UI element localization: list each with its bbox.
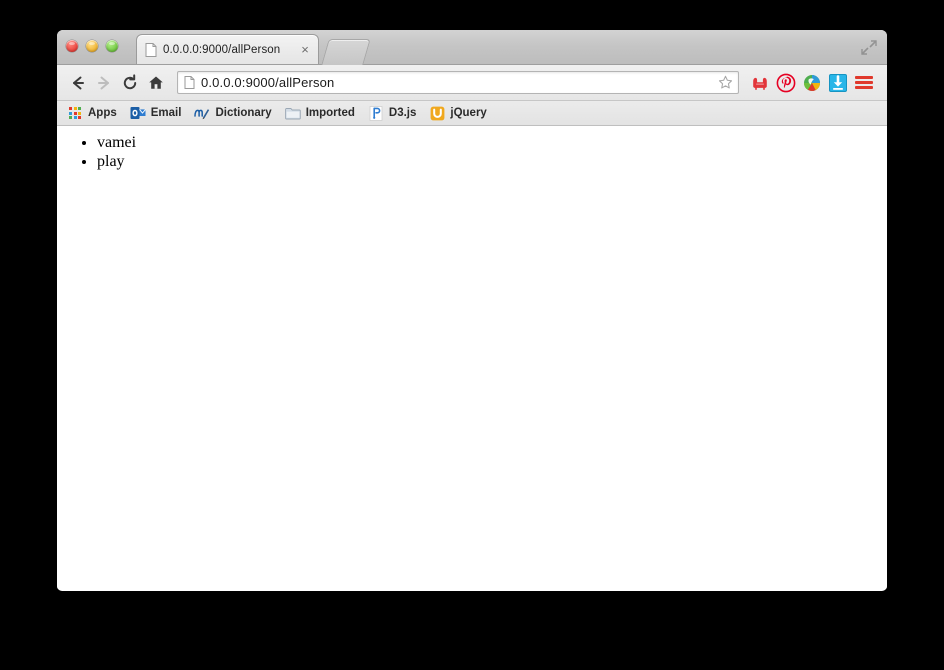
tab-title: 0.0.0.0:9000/allPerson [163, 43, 281, 56]
jquery-icon [429, 105, 445, 121]
window-close-button[interactable] [66, 40, 78, 52]
hamburger-menu-icon[interactable] [855, 71, 879, 95]
browser-tab-active[interactable]: 0.0.0.0:9000/allPerson × [136, 34, 319, 64]
folder-icon [284, 105, 301, 121]
browser-window: 0.0.0.0:9000/allPerson × 0.0.0.0:9000/al… [57, 30, 887, 591]
bookmark-d3js[interactable]: D3.js [364, 103, 424, 123]
menu-line-2 [855, 81, 873, 84]
fullscreen-expand-icon[interactable] [859, 37, 879, 57]
bookmark-email[interactable]: Email [126, 103, 189, 123]
bookmark-label: Email [150, 107, 182, 119]
bookmark-apps[interactable]: Apps [63, 103, 124, 123]
window-minimize-button[interactable] [86, 40, 98, 52]
new-tab-button[interactable] [321, 39, 371, 65]
bookmarks-bar: Apps Email Dictionary Imported D3.js jQu… [57, 101, 887, 126]
evernote-clearly-icon[interactable] [801, 72, 823, 94]
forward-button[interactable] [91, 70, 117, 96]
document-page-icon [145, 42, 157, 57]
tab-close-icon[interactable]: × [298, 43, 312, 57]
browser-toolbar: 0.0.0.0:9000/allPerson [57, 65, 887, 101]
address-bar-text: 0.0.0.0:9000/allPerson [201, 75, 335, 90]
document-page-icon [184, 76, 195, 89]
apps-grid-icon [67, 105, 83, 121]
bookmark-label: Apps [88, 107, 117, 119]
page-viewport: vamei play [57, 126, 887, 589]
menu-line-3 [855, 86, 873, 89]
person-list: vamei play [57, 126, 887, 171]
window-maximize-button[interactable] [106, 40, 118, 52]
pinterest-icon[interactable] [775, 72, 797, 94]
dictionary-pen-icon [194, 105, 210, 121]
tab-strip: 0.0.0.0:9000/allPerson × [57, 30, 887, 65]
window-controls [66, 40, 118, 52]
address-bar[interactable]: 0.0.0.0:9000/allPerson [177, 71, 739, 94]
menu-line-1 [855, 76, 873, 79]
bookmark-jquery[interactable]: jQuery [425, 103, 493, 123]
pocket-armchair-icon[interactable] [749, 72, 771, 94]
download-arrow-icon[interactable] [827, 72, 849, 94]
bookmark-label: jQuery [450, 107, 487, 119]
reload-button[interactable] [117, 70, 143, 96]
list-item: vamei [97, 134, 887, 153]
bookmark-dictionary[interactable]: Dictionary [190, 103, 278, 123]
bookmark-label: Dictionary [215, 107, 272, 119]
d3js-icon [368, 105, 384, 121]
bookmark-label: Imported [305, 107, 355, 119]
bookmark-star-icon[interactable] [716, 74, 734, 92]
home-button[interactable] [143, 70, 169, 96]
list-item: play [97, 153, 887, 172]
back-button[interactable] [65, 70, 91, 96]
bookmark-imported[interactable]: Imported [281, 103, 362, 123]
bookmark-label: D3.js [388, 107, 417, 119]
outlook-email-icon [130, 105, 146, 121]
